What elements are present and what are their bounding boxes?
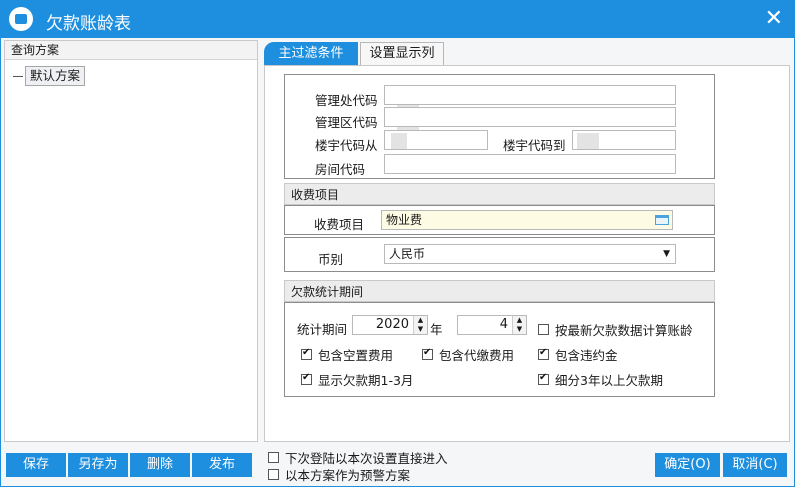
include-penalty-label: 包含违约金 (555, 348, 618, 363)
checkbox-box (422, 347, 433, 360)
include-agency-label: 包含代缴费用 (439, 348, 515, 363)
currency-select[interactable]: 人民币 ▼ (384, 244, 676, 264)
fee-item-value: 物业费 (386, 213, 423, 227)
tab-main-filter[interactable]: 主过滤条件 (264, 42, 358, 66)
period-label: 统计期间 (297, 322, 348, 337)
redacted-value (391, 133, 407, 149)
room-code-input[interactable] (384, 154, 676, 174)
tab-display-columns[interactable]: 设置显示列 (360, 42, 444, 66)
stepper-arrows-icon[interactable]: ▲ ▼ (512, 316, 526, 334)
as-warning-label: 以本方案作为预警方案 (285, 468, 411, 483)
area-code-label: 管理区代码 (315, 115, 378, 130)
area-code-input[interactable] (384, 107, 676, 127)
delete-button[interactable]: 删除 (130, 453, 190, 477)
include-penalty-checkbox[interactable]: 包含违约金 (538, 345, 618, 364)
detail-3y-label: 细分3年以上欠款期 (555, 373, 663, 388)
period-section-header: 欠款统计期间 (284, 280, 715, 302)
include-vacant-label: 包含空置费用 (318, 348, 394, 363)
save-button[interactable]: 保存 (6, 453, 66, 477)
folder-open-icon[interactable] (655, 215, 669, 225)
tree-item-default[interactable]: 默认方案 (13, 66, 86, 86)
query-scheme-header: 查询方案 (5, 41, 257, 60)
stepper-arrows-icon[interactable]: ▲ ▼ (413, 316, 427, 334)
checkbox-box (538, 347, 549, 360)
latest-calc-checkbox[interactable]: 按最新欠款数据计算账龄 (538, 320, 693, 339)
redacted-value (577, 133, 599, 149)
tree-line (13, 75, 23, 77)
tree-item-label: 默认方案 (25, 66, 86, 86)
latest-calc-label: 按最新欠款数据计算账龄 (555, 323, 693, 338)
show-1-3-label: 显示欠款期1-3月 (318, 373, 414, 388)
mgmt-code-input[interactable] (384, 85, 676, 105)
year-unit-label: 年 (430, 322, 443, 337)
query-scheme-panel: 查询方案 默认方案 (4, 40, 258, 442)
as-warning-checkbox[interactable]: 以本方案作为预警方案 (268, 465, 410, 484)
ok-button[interactable]: 确定(O) (655, 453, 720, 477)
year-value: 2020 (375, 317, 409, 332)
app-logo-icon (9, 7, 33, 31)
checkbox-box (301, 372, 312, 385)
checkbox-box (268, 452, 279, 463)
chevron-down-icon: ▼ (663, 249, 670, 259)
main-filter-panel: 管理处代码 管理区代码 楼宇代码从 楼宇代码到 房间代码 收费项目 收费项目 物… (264, 65, 790, 442)
publish-button[interactable]: 发布 (192, 453, 252, 477)
code-filter-box: 管理处代码 管理区代码 楼宇代码从 楼宇代码到 房间代码 (284, 74, 715, 179)
year-stepper[interactable]: 2020 ▲ ▼ (352, 315, 428, 335)
currency-value: 人民币 (389, 247, 426, 261)
title-bar: 欠款账龄表 ✕ (0, 0, 795, 38)
close-icon[interactable]: ✕ (765, 6, 783, 31)
mgmt-code-label: 管理处代码 (315, 93, 378, 108)
fee-item-box: 收费项目 物业费 (284, 205, 715, 235)
include-agency-checkbox[interactable]: 包含代缴费用 (422, 345, 514, 364)
fee-item-label: 收费项目 (314, 217, 365, 232)
detail-3y-checkbox[interactable]: 细分3年以上欠款期 (538, 370, 663, 389)
currency-box: 币别 人民币 ▼ (284, 237, 715, 272)
currency-label: 币别 (318, 252, 344, 267)
period-box: 统计期间 2020 ▲▼ 年 4 ▲▼ 按最新欠款数据计算账龄 包含空置费用 包… (284, 302, 715, 397)
fee-section-header: 收费项目 (284, 183, 715, 205)
window-title: 欠款账龄表 (46, 14, 131, 34)
month-stepper[interactable]: 4 ▲ ▼ (457, 315, 527, 335)
month-value: 4 (499, 317, 508, 332)
cancel-button[interactable]: 取消(C) (723, 453, 787, 477)
fee-item-input[interactable]: 物业费 (381, 210, 673, 230)
include-vacant-checkbox[interactable]: 包含空置费用 (301, 345, 393, 364)
checkbox-box (538, 324, 549, 335)
building-to-label: 楼宇代码到 (503, 138, 566, 153)
checkbox-box (268, 469, 279, 480)
building-from-label: 楼宇代码从 (315, 138, 378, 153)
checkbox-box (538, 372, 549, 385)
checkbox-box (301, 347, 312, 360)
show-1-3-checkbox[interactable]: 显示欠款期1-3月 (301, 370, 413, 389)
save-as-button[interactable]: 另存为 (68, 453, 128, 477)
room-code-label: 房间代码 (315, 162, 366, 177)
